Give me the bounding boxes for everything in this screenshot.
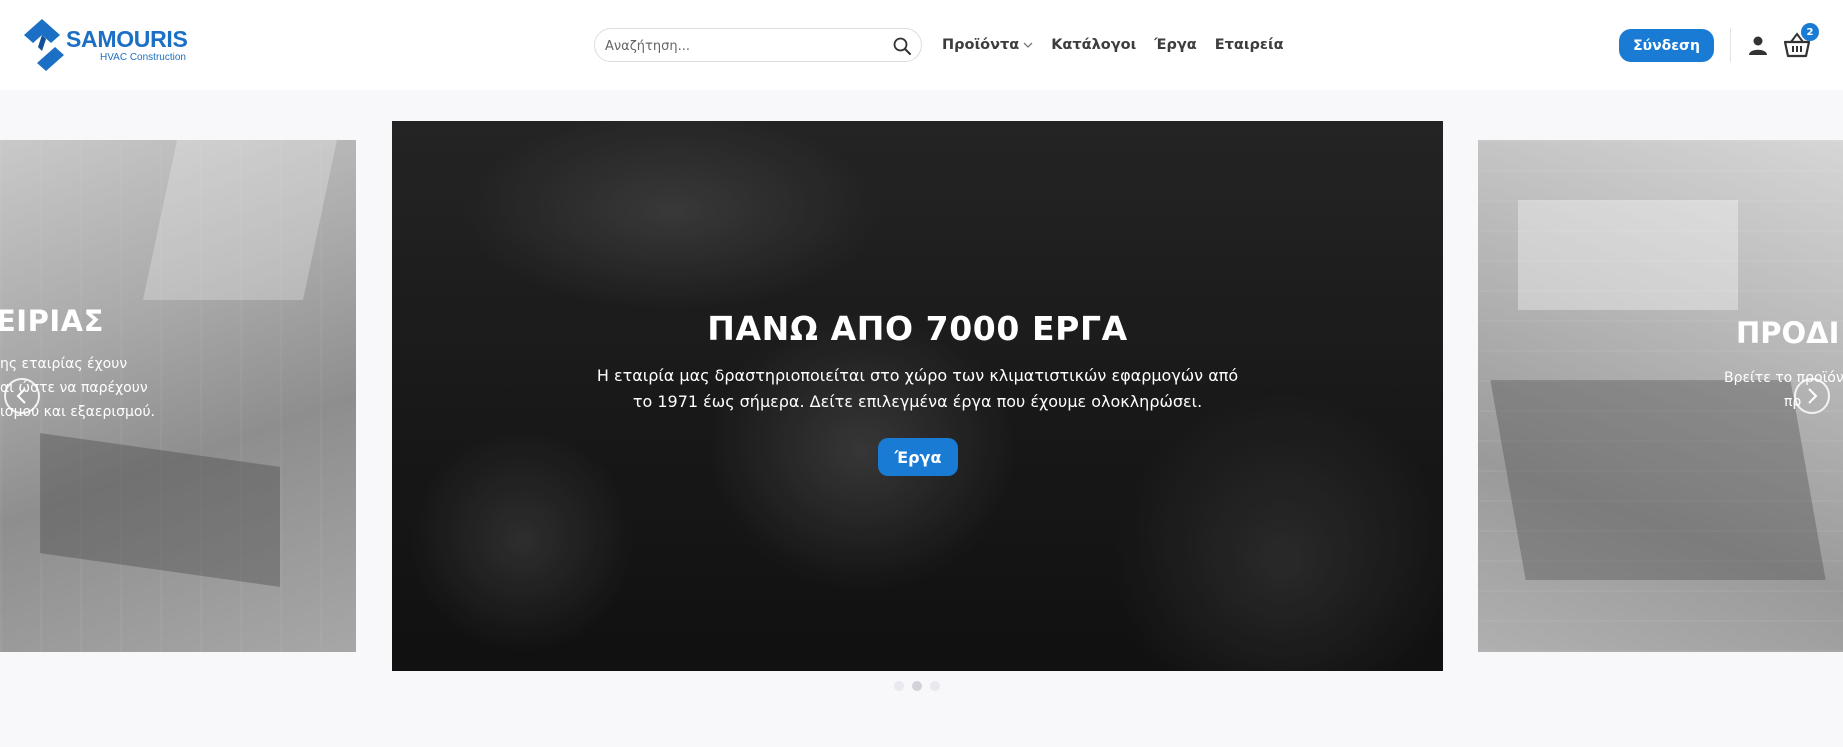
slider-dot-active[interactable] bbox=[912, 681, 922, 691]
site-header: SAMOURIS HVAC Construction Προϊόντα Κατά… bbox=[0, 0, 1843, 90]
nav-item-label: Κατάλογοι bbox=[1051, 37, 1137, 53]
brand-tagline: HVAC Construction bbox=[100, 52, 186, 63]
nav-item-company[interactable]: Εταιρεία bbox=[1215, 37, 1284, 53]
cart-count-badge: 2 bbox=[1801, 23, 1819, 41]
slide-next[interactable]: ΠΡΟΔΙ Βρείτε το προϊόν πρ bbox=[1478, 140, 1843, 652]
logo-mark-icon bbox=[24, 19, 64, 71]
slide-previous-title: ΕΙΡΙΑΣ bbox=[0, 304, 104, 338]
chevron-right-icon bbox=[1808, 388, 1818, 404]
slide-next-title: ΠΡΟΔΙ bbox=[1736, 316, 1840, 350]
slide-next-image-detail bbox=[1518, 200, 1738, 310]
brand-logo[interactable]: SAMOURIS HVAC Construction bbox=[24, 19, 194, 71]
slide-previous-image-detail bbox=[142, 140, 338, 300]
search-icon[interactable] bbox=[891, 35, 913, 57]
header-divider bbox=[1730, 28, 1731, 62]
slide-current-title: ΠΑΝΩ ΑΠΟ 7000 ΕΡΓΑ bbox=[707, 309, 1128, 348]
slider-next-button[interactable] bbox=[1794, 378, 1830, 414]
slide-previous-text: ης εταιρίας έχουν αι ώστε να παρέχουν ισ… bbox=[0, 352, 356, 424]
chevron-left-icon bbox=[16, 388, 26, 404]
slider-dots bbox=[890, 681, 944, 691]
nav-item-label: Έργα bbox=[1154, 37, 1197, 53]
nav-item-products[interactable]: Προϊόντα bbox=[942, 37, 1033, 53]
search-input[interactable] bbox=[605, 35, 875, 57]
slide-previous-line: αι ώστε να παρέχουν bbox=[0, 380, 148, 396]
slider-dot[interactable] bbox=[930, 681, 940, 691]
slide-previous-line: ισμού και εξαερισμού. bbox=[0, 404, 155, 420]
slide-current: ΠΑΝΩ ΑΠΟ 7000 ΕΡΓΑ Η εταιρία μας δραστηρ… bbox=[392, 121, 1443, 671]
slide-current-text: Η εταιρία μας δραστηριοποιείται στο χώρο… bbox=[596, 366, 1239, 411]
slide-previous[interactable]: ΕΙΡΙΑΣ ης εταιρίας έχουν αι ώστε να παρέ… bbox=[0, 140, 356, 652]
slider-dot[interactable] bbox=[894, 681, 904, 691]
search-box bbox=[594, 28, 922, 62]
slider-prev-button[interactable] bbox=[4, 378, 40, 414]
nav-item-label: Προϊόντα bbox=[942, 37, 1020, 53]
chevron-down-icon bbox=[1023, 41, 1033, 49]
nav-item-label: Εταιρεία bbox=[1214, 37, 1284, 53]
user-icon[interactable] bbox=[1747, 34, 1769, 56]
brand-name: SAMOURIS bbox=[66, 26, 188, 52]
nav-item-catalogs[interactable]: Κατάλογοι bbox=[1051, 37, 1136, 53]
slide-previous-line: ης εταιρίας έχουν bbox=[0, 356, 128, 372]
main-nav: Προϊόντα Κατάλογοι Έργα Εταιρεία bbox=[942, 35, 1284, 55]
login-button[interactable]: Σύνδεση bbox=[1619, 29, 1714, 62]
nav-item-projects[interactable]: Έργα bbox=[1154, 37, 1196, 53]
projects-cta-button[interactable]: Έργα bbox=[878, 438, 958, 476]
